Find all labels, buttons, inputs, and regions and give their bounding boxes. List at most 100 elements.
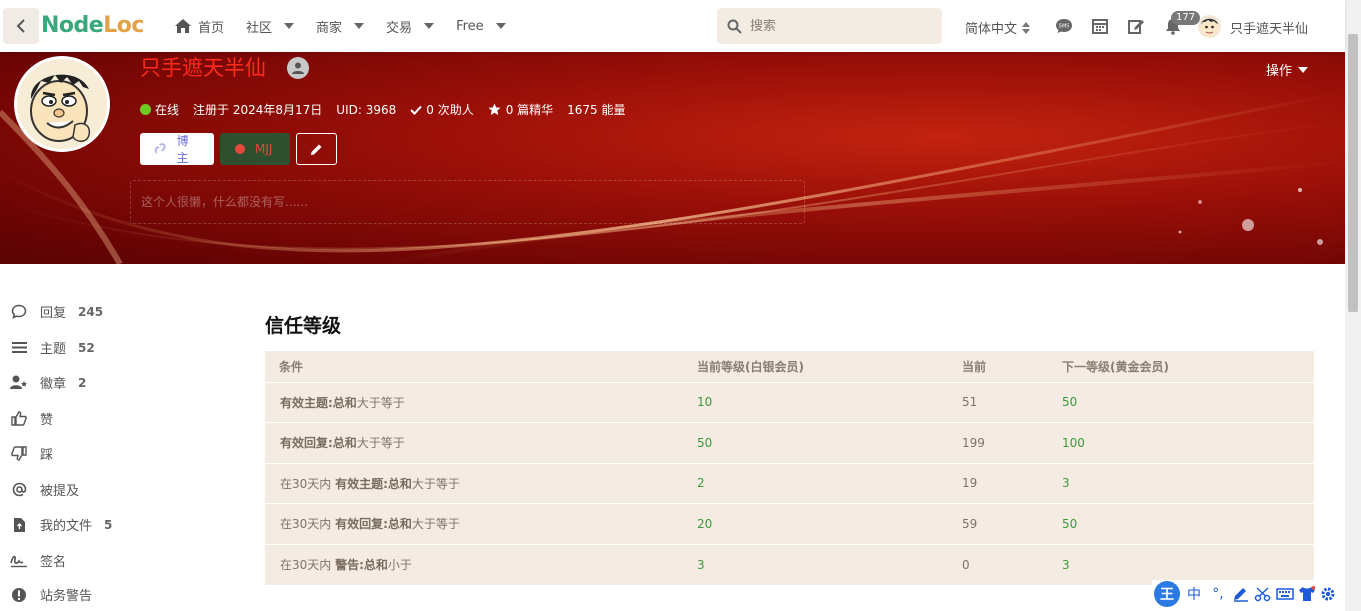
svg-text:SMS: SMS	[1059, 24, 1070, 30]
pencil-icon	[311, 144, 322, 155]
nav-home[interactable]: 首页	[174, 17, 224, 36]
sidebar-item-mentions[interactable]: 被提及	[10, 480, 79, 499]
profile-info-row: 在线 注册于 2024年8月17日 UID: 3968 0 次助人 0 篇精华 …	[140, 101, 640, 118]
nav-merchants-label: 商家	[316, 20, 343, 36]
energy-count: 1675 能量	[567, 103, 626, 117]
current-cell: 199	[962, 422, 1062, 463]
language-label: 简体中文	[965, 22, 1018, 37]
nav-home-label: 首页	[198, 20, 225, 36]
uid: UID: 3968	[336, 102, 397, 117]
keyboard-icon[interactable]	[1276, 586, 1294, 602]
link-icon	[154, 143, 166, 154]
essence-count: 0 篇精华	[488, 101, 553, 118]
star-icon	[488, 103, 501, 115]
nav-community[interactable]: 社区	[246, 17, 295, 36]
sidebar-item-topics[interactable]: 主题 52	[10, 338, 95, 357]
badge-mjj[interactable]: MJJ	[220, 133, 290, 165]
avatar[interactable]	[1198, 15, 1221, 38]
shirt-icon[interactable]	[1298, 586, 1316, 602]
sidebar-item-signature[interactable]: 签名	[10, 551, 66, 570]
pen-icon[interactable]	[1232, 586, 1250, 602]
check-icon	[410, 105, 422, 115]
search-input[interactable]	[750, 18, 930, 34]
caret-down-icon	[354, 23, 365, 29]
caret-down-icon	[284, 23, 295, 29]
warning-icon	[12, 587, 26, 602]
table-row: 在30天内 警告:总和小于 3 0 3	[265, 543, 1314, 585]
back-button[interactable]	[3, 8, 39, 44]
ime-toolbar: 王 中 °,	[1152, 580, 1345, 608]
next-level-cell: 50	[1062, 503, 1314, 544]
calendar-icon[interactable]	[1091, 17, 1109, 35]
current-cell: 0	[962, 543, 1062, 585]
scissors-icon[interactable]	[1254, 586, 1272, 602]
trust-level-table: 条件 当前等级(白银会员) 当前 下一等级(黄金会员) 有效主题:总和大于等于 …	[265, 351, 1314, 585]
condition-cell: 有效主题:总和大于等于	[265, 381, 697, 423]
next-level-cell: 100	[1062, 422, 1314, 463]
current-cell: 51	[962, 381, 1062, 423]
registered-date: 注册于 2024年8月17日	[193, 103, 323, 117]
caret-down-icon	[495, 23, 506, 29]
dot-icon	[235, 144, 245, 154]
actions-dropdown[interactable]: 操作	[1266, 60, 1309, 79]
level-cell: 3	[697, 543, 962, 585]
comment-icon	[11, 304, 27, 319]
profile-hero: 只手遮天半仙 操作 在线 注册于 2024年8月17日 UID: 3968 0 …	[0, 52, 1345, 264]
condition-cell: 有效回复:总和大于等于	[265, 422, 697, 463]
badge-blogger[interactable]: 博主	[140, 133, 214, 165]
nav-trade[interactable]: 交易	[386, 17, 435, 36]
level-cell: 10	[697, 381, 962, 423]
compose-icon[interactable]	[1127, 17, 1145, 35]
level-cell: 2	[697, 462, 962, 504]
top-header: NodeLoc 首页 社区 商家 交易 Free 简体中文 SMS	[0, 0, 1345, 52]
scrollbar-thumb[interactable]	[1348, 34, 1358, 312]
profile-name: 只手遮天半仙	[140, 56, 266, 80]
caret-down-icon	[1298, 66, 1309, 73]
ime-punct-toggle[interactable]: °,	[1208, 586, 1228, 602]
condition-cell: 在30天内 有效主题:总和大于等于	[265, 462, 697, 504]
table-header-row: 条件 当前等级(白银会员) 当前 下一等级(黄金会员)	[265, 351, 1314, 382]
table-row: 在30天内 有效回复:总和大于等于 20 59 50	[265, 503, 1314, 544]
notification-badge: 177	[1171, 11, 1201, 25]
sms-icon[interactable]: SMS	[1055, 17, 1073, 35]
next-level-cell: 3	[1062, 543, 1314, 585]
user-icon	[287, 57, 309, 79]
column-header: 条件	[279, 359, 304, 374]
bio-field[interactable]: 这个人很懒，什么都没有写......	[130, 180, 805, 224]
avatar-face-icon	[17, 59, 107, 149]
level-cell: 20	[697, 503, 962, 544]
search-box[interactable]	[717, 8, 942, 44]
sidebar-item-replies[interactable]: 回复 245	[10, 302, 103, 321]
language-selector[interactable]: 简体中文	[965, 18, 1031, 37]
sort-icon	[1022, 21, 1031, 34]
condition-cell: 在30天内 有效回复:总和大于等于	[265, 503, 697, 544]
next-level-cell: 3	[1062, 462, 1314, 504]
page-scrollbar[interactable]	[1345, 0, 1361, 611]
chevron-left-icon	[16, 19, 25, 33]
at-icon	[12, 482, 26, 497]
gear-icon[interactable]	[1320, 586, 1336, 602]
search-icon	[727, 19, 742, 34]
sidebar-item-files[interactable]: 我的文件 5	[10, 515, 112, 534]
nav-trade-label: 交易	[386, 20, 413, 36]
site-logo[interactable]: NodeLoc	[41, 10, 144, 42]
column-header: 下一等级(黄金会员)	[1062, 359, 1169, 374]
table-row: 有效主题:总和大于等于 10 51 50	[265, 381, 1314, 423]
sidebar-item-dislikes[interactable]: 踩	[10, 444, 53, 463]
nav-free[interactable]: Free	[456, 19, 506, 34]
header-username[interactable]: 只手遮天半仙	[1230, 18, 1308, 37]
ime-logo[interactable]: 王	[1154, 581, 1180, 607]
edit-badges-button[interactable]	[296, 133, 337, 165]
sidebar-item-badges[interactable]: 徽章 2	[10, 373, 86, 392]
ime-mode-toggle[interactable]: 中	[1184, 584, 1204, 604]
sidebar-item-likes[interactable]: 赞	[10, 409, 53, 428]
profile-avatar[interactable]	[14, 56, 110, 152]
sidebar-item-warnings[interactable]: 站务警告	[10, 585, 92, 604]
main-nav: 首页 社区 商家 交易 Free	[174, 0, 528, 52]
helped-count: 0 次助人	[410, 101, 474, 118]
table-row: 在30天内 有效主题:总和大于等于 2 19 3	[265, 462, 1314, 504]
next-level-cell: 50	[1062, 381, 1314, 423]
nav-community-label: 社区	[246, 20, 273, 36]
nav-merchants[interactable]: 商家	[316, 17, 365, 36]
signature-icon	[10, 555, 27, 568]
